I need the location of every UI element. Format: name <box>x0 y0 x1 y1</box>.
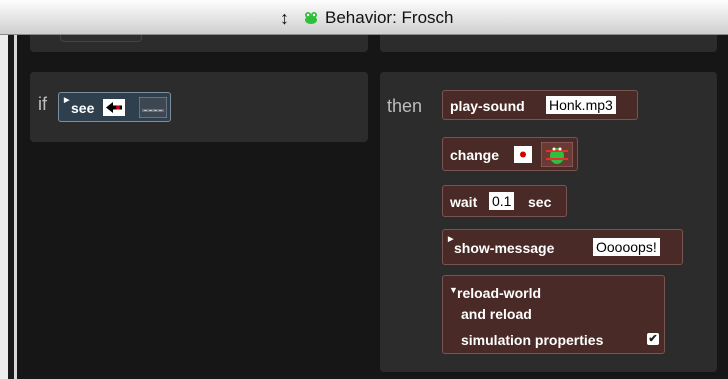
title-group: ↕ Behavior: Frosch <box>280 8 454 28</box>
expand-triangle-icon[interactable]: ▶ <box>64 96 69 104</box>
road-tile-icon[interactable] <box>139 97 167 118</box>
show-message-block[interactable]: ▶ show-message Ooooops! <box>442 229 683 265</box>
if-keyword: if <box>38 94 47 114</box>
dot-icon[interactable] <box>514 146 532 163</box>
frog-sprite-icon[interactable] <box>541 142 573 167</box>
play-sound-label: play-sound <box>450 98 525 114</box>
previous-rule-block-stub[interactable] <box>60 35 142 42</box>
reload-simulation-properties-label: simulation properties <box>461 332 604 348</box>
window-titlebar[interactable]: ↕ Behavior: Frosch <box>0 0 728 35</box>
reload-world-block[interactable]: ▼ reload-world and reload simulation pro… <box>442 275 665 354</box>
previous-rule-then-panel <box>380 35 717 52</box>
arrow-left-icon[interactable] <box>103 99 125 116</box>
sound-file-field[interactable]: Honk.mp3 <box>546 96 616 114</box>
show-message-label: show-message <box>454 240 555 256</box>
reload-and-label: and reload <box>461 306 532 322</box>
then-panel[interactable]: then play-sound Honk.mp3 change wait 0.1… <box>380 72 717 372</box>
message-text-field[interactable]: Ooooops! <box>593 238 660 256</box>
wait-unit: sec <box>528 194 552 210</box>
wait-duration-field[interactable]: 0.1 <box>489 192 515 210</box>
reload-world-label: reload-world <box>457 285 542 301</box>
see-condition-block[interactable]: ▶ see <box>58 92 171 122</box>
change-label: change <box>450 147 500 163</box>
vertical-resize-icon[interactable]: ↕ <box>280 9 289 27</box>
if-panel[interactable]: if ▶ see <box>30 72 368 142</box>
see-label: see <box>71 100 95 116</box>
change-block[interactable]: change <box>442 137 578 171</box>
play-sound-block[interactable]: play-sound Honk.mp3 <box>442 90 638 120</box>
left-edge <box>0 35 8 379</box>
wait-block[interactable]: wait 0.1 sec <box>442 185 567 217</box>
checkmark-icon[interactable]: ✔ <box>647 333 659 345</box>
then-keyword: then <box>387 96 423 116</box>
frog-icon <box>305 12 317 24</box>
window-title: Behavior: Frosch <box>325 8 454 27</box>
expand-triangle-icon[interactable]: ▶ <box>448 235 453 243</box>
wait-label: wait <box>450 194 478 210</box>
